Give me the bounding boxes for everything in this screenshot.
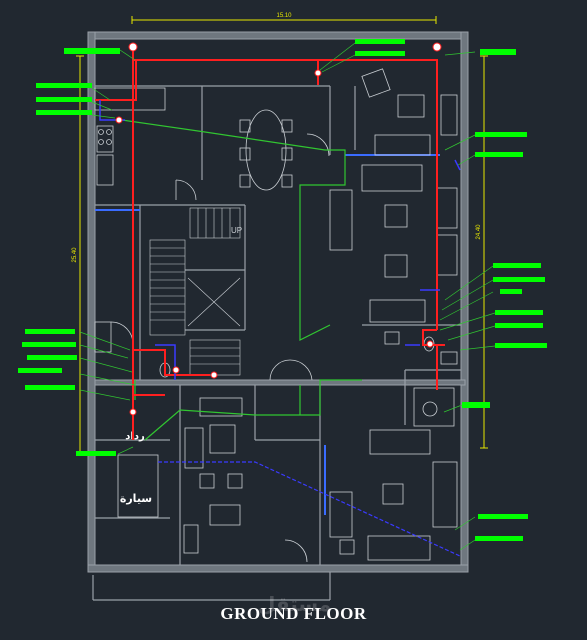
top-dimension-text: 15.10	[276, 13, 292, 19]
callout-tag	[475, 152, 523, 157]
callout-tag	[64, 48, 120, 54]
callout-tag	[36, 110, 92, 115]
right-dimension-text: 24.40	[476, 224, 482, 240]
car-parking-slot	[117, 454, 159, 518]
interior-walls	[92, 85, 461, 601]
callout-tag	[495, 310, 543, 315]
callout-tag	[27, 355, 77, 360]
callout-tag	[462, 402, 490, 408]
sewer-line	[158, 461, 461, 557]
callout-tag	[480, 49, 516, 55]
callout-tag	[493, 277, 545, 282]
callout-tag	[475, 132, 527, 137]
exterior-walls	[87, 31, 469, 573]
callout-tag	[25, 385, 75, 390]
callout-tag	[355, 39, 405, 44]
callout-tag	[25, 329, 75, 334]
callout-tag	[500, 289, 522, 294]
callout-tag	[478, 514, 528, 519]
drawing-title: GROUND FLOOR	[220, 604, 367, 623]
car-parking-label: سيارة	[120, 492, 152, 505]
meter-label: رداد	[125, 431, 145, 442]
callout-tag	[493, 263, 541, 268]
dining-table	[245, 109, 287, 191]
callout-tag	[22, 342, 76, 347]
callout-tag	[495, 323, 543, 328]
callout-tag	[76, 451, 116, 456]
callout-tag	[495, 343, 547, 348]
stair-up-label: UP	[231, 226, 242, 235]
callout-tag	[36, 97, 92, 102]
left-dimension-text: 25.40	[72, 247, 78, 263]
callout-tag	[475, 536, 523, 541]
floor-plan-drawing: 15.10 25.40 24.40 UP سيارة رداد	[18, 13, 547, 601]
callout-tag	[36, 83, 92, 88]
dimension-lines	[76, 16, 488, 453]
callout-tag	[18, 368, 62, 373]
windows	[95, 154, 440, 515]
callout-tag	[355, 51, 405, 56]
